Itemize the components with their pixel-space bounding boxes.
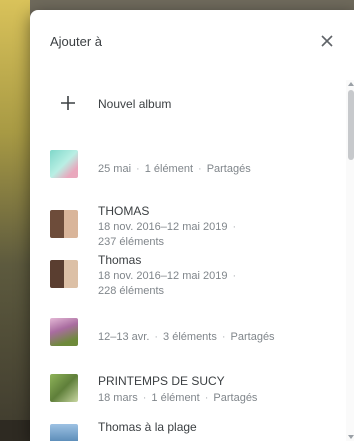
dialog-header: Ajouter à <box>30 10 354 80</box>
scroll-thumb[interactable] <box>348 90 354 160</box>
album-item[interactable]: Thomas à la plage <box>30 414 346 441</box>
album-info: 25 mai · 1 élément · Partagés <box>98 163 251 175</box>
album-date: 18 nov. 2016–12 mai 2019 · <box>98 270 237 282</box>
album-count: 228 éléments <box>98 285 165 297</box>
scrollbar[interactable] <box>346 80 354 441</box>
album-title: PRINTEMPS DE SUCY <box>98 374 225 388</box>
album-item[interactable]: 25 mai · 1 élément · Partagés <box>30 140 346 184</box>
album-thumbnail <box>50 424 78 441</box>
plus-icon <box>61 96 75 110</box>
album-item[interactable]: THOMAS 18 nov. 2016–12 mai 2019 · 237 élé… <box>30 192 346 248</box>
album-list: Nouvel album 25 mai · 1 élément · Partagés T… <box>30 80 346 441</box>
album-title: THOMAS <box>98 204 150 218</box>
album-thumbnail <box>50 318 78 346</box>
album-info: 18 mars · 1 élément · Partagés <box>98 392 258 404</box>
close-icon <box>321 35 333 47</box>
new-album-item[interactable]: Nouvel album <box>30 80 346 130</box>
album-title: Thomas à la plage <box>98 420 197 434</box>
album-info: 12–13 avr. · 3 éléments · Partagés <box>98 331 275 343</box>
album-title: Thomas <box>98 253 142 267</box>
album-date: 18 nov. 2016–12 mai 2019 · <box>98 221 237 233</box>
album-thumbnail <box>50 150 78 178</box>
add-to-album-dialog: Ajouter à Nouvel album 25 mai · 1 élément ·… <box>30 10 354 441</box>
album-item[interactable]: 12–13 avr. · 3 éléments · Partagés <box>30 310 346 354</box>
album-thumbnail <box>50 210 78 238</box>
scroll-up-arrow-icon[interactable] <box>348 82 354 86</box>
album-item[interactable]: Thomas 18 nov. 2016–12 mai 2019 · 228 élé… <box>30 250 346 306</box>
dialog-title: Ajouter à <box>50 34 103 49</box>
album-item[interactable]: PRINTEMPS DE SUCY 18 mars · 1 élément · Part… <box>30 362 346 410</box>
album-thumbnail <box>50 260 78 288</box>
album-thumbnail <box>50 374 78 402</box>
scroll-down-arrow-icon[interactable] <box>348 435 354 439</box>
close-button[interactable] <box>316 30 338 52</box>
new-album-label: Nouvel album <box>98 97 172 111</box>
album-count: 237 éléments <box>98 236 165 248</box>
